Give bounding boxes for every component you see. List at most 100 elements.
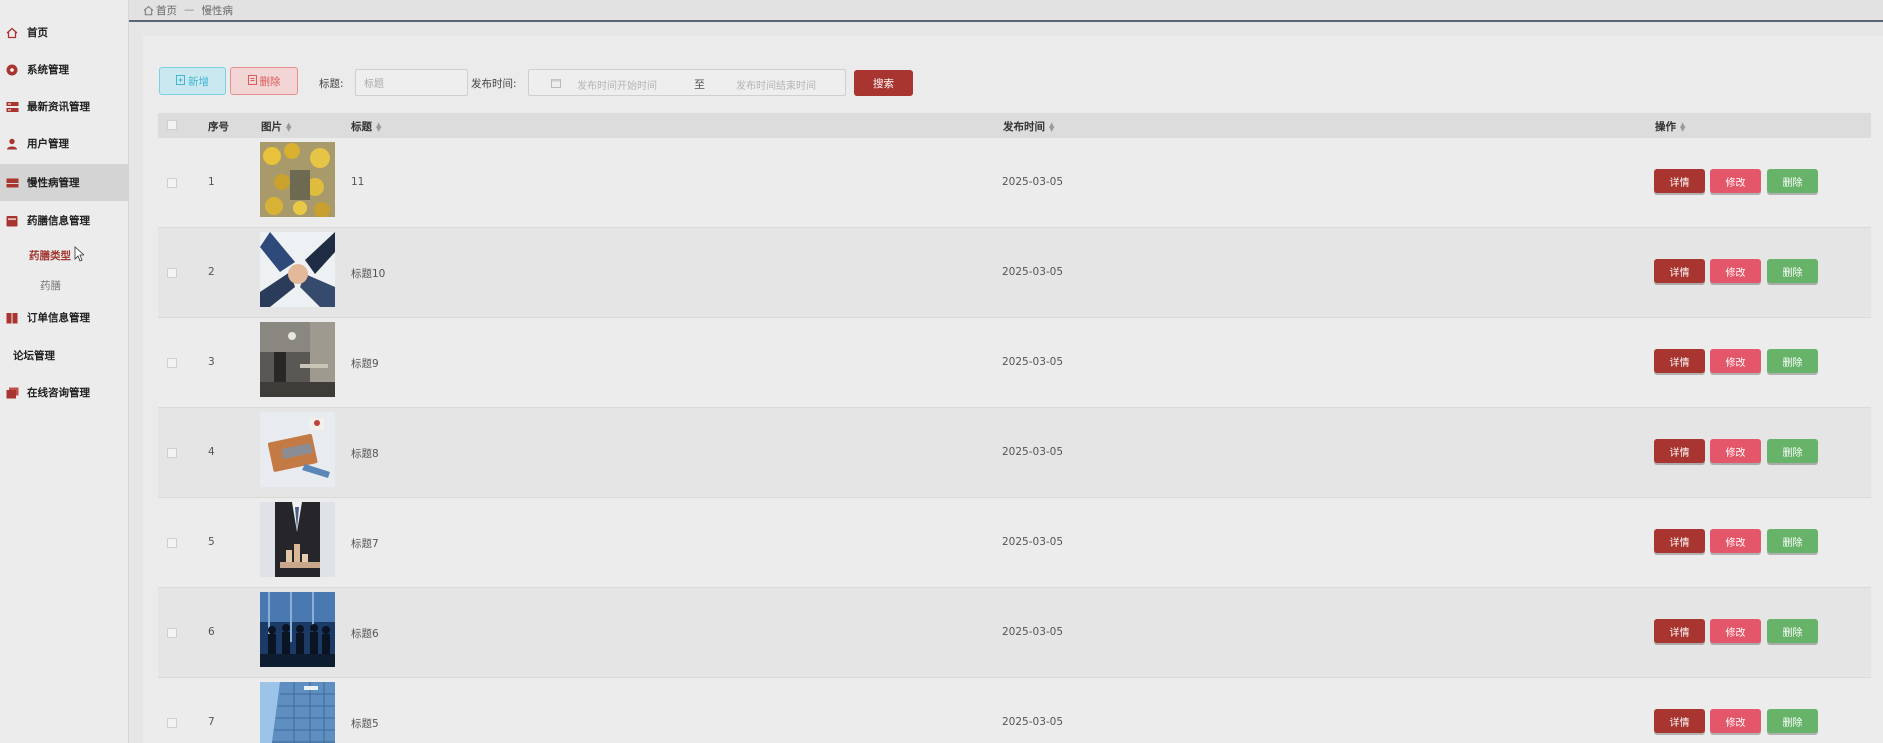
row-title: 标题8 xyxy=(351,448,379,460)
table-row: 7 标题5 2025-03-05 详情 修改 删除 xyxy=(158,678,1871,743)
row-index: 2 xyxy=(208,266,215,278)
delete-button[interactable]: 删除 xyxy=(1767,529,1818,553)
edit-button[interactable]: 修改 xyxy=(1710,439,1761,463)
row-checkbox[interactable] xyxy=(167,178,177,188)
edit-button[interactable]: 修改 xyxy=(1710,709,1761,733)
sidebar-item-orders[interactable]: 订单信息管理 xyxy=(0,299,129,336)
edit-button[interactable]: 修改 xyxy=(1710,349,1761,373)
sort-icon[interactable]: ▲ ▼ xyxy=(1049,122,1054,133)
row-checkbox[interactable] xyxy=(167,268,177,278)
title-search-input[interactable]: 标题 xyxy=(355,69,468,96)
consult-icon xyxy=(5,386,19,400)
sidebar-item-label: 最新资讯管理 xyxy=(27,101,90,113)
row-title: 11 xyxy=(351,176,365,188)
add-file-icon xyxy=(176,74,185,88)
edit-button[interactable]: 修改 xyxy=(1710,169,1761,193)
detail-button[interactable]: 详情 xyxy=(1654,259,1705,283)
sidebar-item-label: 论坛管理 xyxy=(13,350,55,362)
delete-button[interactable]: 删除 xyxy=(1767,619,1818,643)
delete-button[interactable]: 删除 xyxy=(1767,349,1818,373)
edit-button[interactable]: 修改 xyxy=(1710,259,1761,283)
table-row: 5 标题7 2025-03-05 详情 修改 删除 xyxy=(158,498,1871,588)
row-checkbox[interactable] xyxy=(167,448,177,458)
row-thumbnail-building[interactable] xyxy=(260,682,335,743)
row-date: 2025-03-05 xyxy=(1002,266,1064,278)
sidebar-item-home[interactable]: 首页 xyxy=(0,14,129,51)
trash-icon xyxy=(247,74,257,88)
row-date: 2025-03-05 xyxy=(1002,356,1064,368)
detail-button[interactable]: 详情 xyxy=(1654,529,1705,553)
breadcrumb: 首页 — 慢性病 xyxy=(129,0,1883,22)
sidebar-item-label: 用户管理 xyxy=(27,138,69,150)
row-checkbox[interactable] xyxy=(167,538,177,548)
search-button[interactable]: 搜索 xyxy=(854,70,913,96)
row-thumbnail-office[interactable] xyxy=(260,322,335,397)
sidebar-item-label: 订单信息管理 xyxy=(27,312,90,324)
sidebar-item-chronic-disease[interactable]: 慢性病管理 xyxy=(0,164,129,201)
medicine-box-icon xyxy=(5,214,19,228)
chronic-disease-icon xyxy=(5,176,19,190)
detail-button[interactable]: 详情 xyxy=(1654,349,1705,373)
row-thumbnail-desk[interactable] xyxy=(260,412,335,487)
detail-button[interactable]: 详情 xyxy=(1654,169,1705,193)
sidebar-item-users[interactable]: 用户管理 xyxy=(0,125,129,162)
sidebar-subitem-diet[interactable]: 药膳 xyxy=(40,278,61,293)
row-index: 6 xyxy=(208,626,215,638)
sidebar-item-consult[interactable]: 在线咨询管理 xyxy=(0,374,129,411)
date-end-input[interactable]: 发布时间结束时间 xyxy=(736,77,816,92)
select-all-checkbox[interactable] xyxy=(167,120,177,130)
row-title: 标题10 xyxy=(351,268,386,280)
row-checkbox[interactable] xyxy=(167,628,177,638)
sidebar-subitem-diet-type[interactable]: 药膳类型 xyxy=(29,248,71,263)
column-header-date-label: 发布时间 xyxy=(1003,121,1045,133)
column-header-date[interactable]: 发布时间 ▲ ▼ xyxy=(1003,119,1054,134)
row-title: 标题9 xyxy=(351,358,379,370)
breadcrumb-home[interactable]: 首页 xyxy=(156,3,177,18)
detail-button[interactable]: 详情 xyxy=(1654,709,1705,733)
sort-icon[interactable]: ▲ ▼ xyxy=(376,122,381,133)
date-range-picker[interactable]: 发布时间开始时间 至 发布时间结束时间 xyxy=(528,69,846,96)
settings-circle-icon xyxy=(5,63,19,77)
sort-icon[interactable]: ▲ ▼ xyxy=(286,122,291,133)
table-header: 序号 图片 ▲ ▼ 标题 ▲ ▼ 发布时间 ▲ ▼ 操作 ▲ ▼ xyxy=(158,113,1871,138)
row-date: 2025-03-05 xyxy=(1002,176,1064,188)
batch-delete-button[interactable]: 删除 xyxy=(230,67,298,95)
sidebar-item-medicated-diet[interactable]: 药膳信息管理 xyxy=(0,202,129,239)
column-header-title-label: 标题 xyxy=(351,121,372,133)
table-row: 4 标题8 2025-03-05 详情 修改 删除 xyxy=(158,408,1871,498)
edit-button[interactable]: 修改 xyxy=(1710,619,1761,643)
delete-button[interactable]: 删除 xyxy=(1767,169,1818,193)
sidebar-item-label: 慢性病管理 xyxy=(27,177,80,189)
row-thumbnail-businessman[interactable] xyxy=(260,502,335,577)
user-icon xyxy=(5,137,19,151)
delete-button[interactable]: 删除 xyxy=(1767,439,1818,463)
detail-button[interactable]: 详情 xyxy=(1654,439,1705,463)
detail-button[interactable]: 详情 xyxy=(1654,619,1705,643)
delete-button[interactable]: 删除 xyxy=(1767,709,1818,733)
add-button[interactable]: 新增 xyxy=(159,67,226,95)
mouse-cursor-icon xyxy=(74,246,84,262)
table-row: 3 标题9 2025-03-05 详情 修改 删除 xyxy=(158,318,1871,408)
calendar-icon xyxy=(551,79,561,88)
delete-button[interactable]: 删除 xyxy=(1767,259,1818,283)
sidebar-item-forum[interactable]: 论坛管理 xyxy=(0,337,129,374)
sidebar-item-label: 在线咨询管理 xyxy=(27,387,90,399)
date-start-input[interactable]: 发布时间开始时间 xyxy=(577,77,657,92)
column-header-image-label: 图片 xyxy=(261,121,282,133)
row-thumbnail-coins[interactable] xyxy=(260,142,335,217)
column-header-actions[interactable]: 操作 ▲ ▼ xyxy=(1655,119,1685,134)
row-date: 2025-03-05 xyxy=(1002,536,1064,548)
sidebar-item-news[interactable]: 最新资讯管理 xyxy=(0,88,129,125)
sort-icon[interactable]: ▲ ▼ xyxy=(1680,122,1685,133)
sidebar-item-system[interactable]: 系统管理 xyxy=(0,51,129,88)
row-checkbox[interactable] xyxy=(167,718,177,728)
row-checkbox[interactable] xyxy=(167,358,177,368)
edit-button[interactable]: 修改 xyxy=(1710,529,1761,553)
column-header-image[interactable]: 图片 ▲ ▼ xyxy=(261,119,291,134)
row-thumbnail-team-silhouette[interactable] xyxy=(260,592,335,667)
row-index: 3 xyxy=(208,356,215,368)
row-thumbnail-teamwork[interactable] xyxy=(260,232,335,307)
column-header-title[interactable]: 标题 ▲ ▼ xyxy=(351,119,381,134)
home-icon xyxy=(5,26,19,40)
table-row: 1 11 2025-03-05 详情 修改 删除 xyxy=(158,138,1871,228)
